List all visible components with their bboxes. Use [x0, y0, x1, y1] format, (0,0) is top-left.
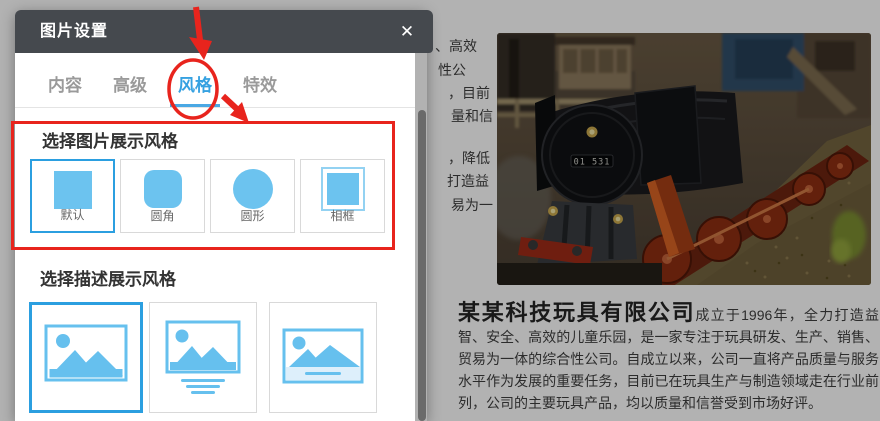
tab-effects[interactable]: 特效 [235, 71, 285, 107]
image-with-text-icon [153, 320, 253, 396]
image-with-caption-icon [273, 322, 373, 394]
image-style-options: 默认 圆角 圆形 相框 [30, 159, 390, 233]
tab-style[interactable]: 风格 [170, 71, 220, 107]
close-icon[interactable]: ✕ [397, 22, 417, 42]
style-option-label: 默认 [32, 206, 113, 223]
dialog-scrollbar-thumb[interactable] [418, 110, 426, 421]
desc-option-image-with-caption[interactable] [269, 302, 377, 413]
style-option-default[interactable]: 默认 [30, 159, 115, 233]
style-option-label: 圆形 [211, 207, 294, 224]
screenshot-stage: 、高效 性公 ，目前 量和信 ，降低 打造益 易为一 [0, 0, 880, 421]
rounded-shape-icon [121, 167, 204, 211]
tab-content[interactable]: 内容 [40, 71, 90, 107]
style-option-circle[interactable]: 圆形 [210, 159, 295, 233]
tab-advanced[interactable]: 高级 [105, 71, 155, 107]
desc-style-section-title: 选择描述展示风格 [40, 265, 176, 290]
tab-bar: 内容 高级 风格 特效 [15, 71, 415, 108]
circle-shape-icon [211, 167, 294, 211]
image-settings-dialog: 图片设置 ✕ 内容 高级 风格 特效 选择图片展示风格 默认 圆角 [15, 10, 427, 421]
dialog-body: 内容 高级 风格 特效 选择图片展示风格 默认 圆角 圆形 [15, 53, 415, 421]
style-option-rounded[interactable]: 圆角 [120, 159, 205, 233]
dialog-header: 图片设置 ✕ [15, 10, 433, 53]
style-option-label: 圆角 [121, 207, 204, 224]
image-placeholder-icon [36, 322, 136, 394]
desc-option-image-with-text[interactable] [149, 302, 257, 413]
frame-shape-icon [301, 167, 384, 211]
dialog-title: 图片设置 [40, 10, 108, 53]
desc-option-image-only[interactable] [29, 302, 143, 413]
image-style-section-title: 选择图片展示风格 [42, 127, 178, 152]
style-option-frame[interactable]: 相框 [300, 159, 385, 233]
style-option-label: 相框 [301, 207, 384, 224]
